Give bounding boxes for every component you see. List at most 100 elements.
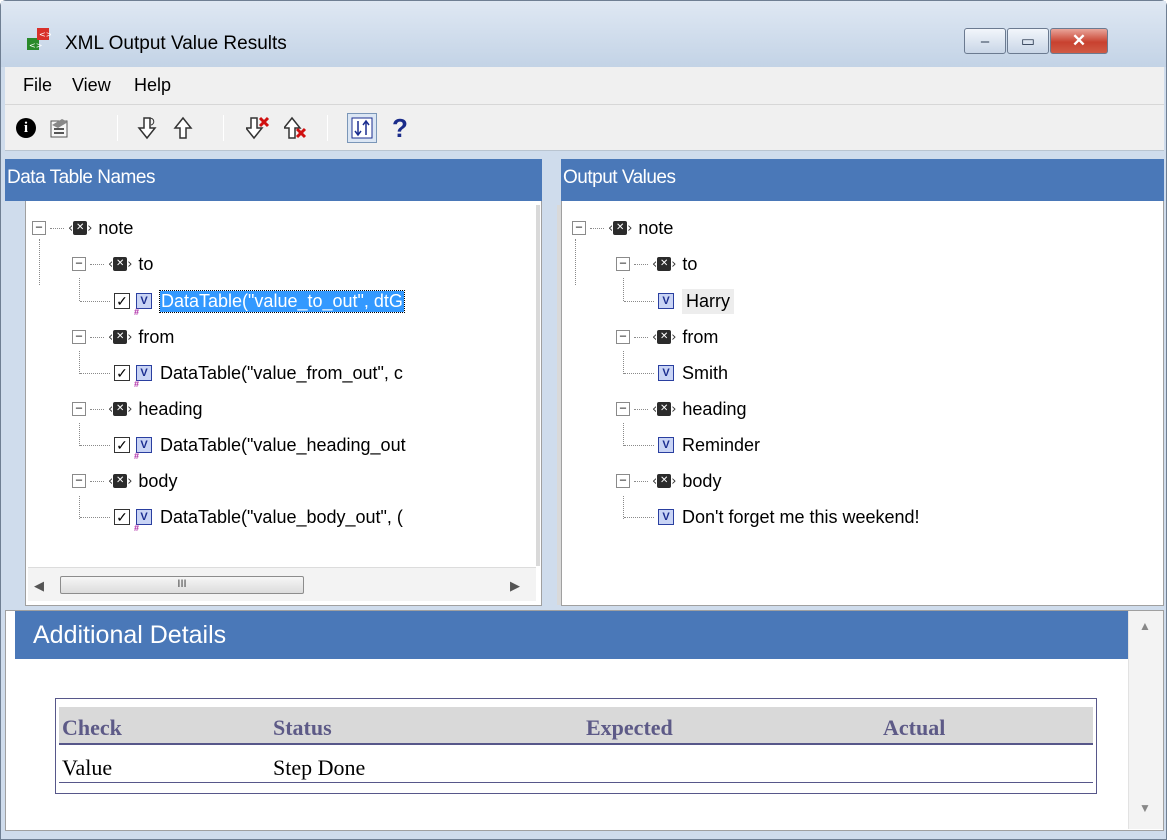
sort-button[interactable]	[347, 113, 377, 143]
application-window: <> <> XML Output Value Results – ▭ ✕ Fil…	[0, 0, 1167, 840]
tree-node-from[interactable]: − ‹ ✕ › from	[72, 323, 174, 351]
tree-node-body[interactable]: − ‹ ✕ › body	[616, 467, 721, 495]
checkbox-checked[interactable]: ✓	[114, 293, 130, 309]
info-icon: i	[16, 118, 36, 138]
tree-leaf-body[interactable]: ✓ V DataTable("value_body_out", (	[80, 503, 403, 535]
menu-file[interactable]: File	[23, 75, 52, 96]
next-step-button[interactable]	[133, 113, 163, 143]
data-table-names-header: Data Table Names	[5, 159, 542, 201]
maximize-button[interactable]: ▭	[1007, 28, 1049, 54]
previous-error-icon	[284, 116, 307, 139]
window-title: XML Output Value Results	[65, 33, 287, 54]
tree-node-label: note	[638, 217, 674, 238]
tree-node-label: heading	[682, 398, 747, 419]
collapse-icon[interactable]: −	[616, 402, 630, 416]
value-icon: V	[658, 293, 674, 309]
xml-element-icon: ‹ ✕ ›	[108, 473, 133, 489]
tree-node-heading[interactable]: − ‹ ✕ › heading	[616, 395, 746, 423]
scroll-right-icon[interactable]: ▶	[510, 578, 520, 594]
tree-node-label: from	[138, 326, 175, 347]
horizontal-scrollbar[interactable]: ◀ III ▶	[28, 567, 536, 601]
collapse-icon[interactable]: −	[616, 474, 630, 488]
menu-view[interactable]: View	[72, 75, 111, 96]
value-icon: V	[134, 293, 152, 319]
tree-node-heading[interactable]: − ‹ ✕ › heading	[72, 395, 202, 423]
previous-step-button[interactable]	[169, 113, 199, 143]
info-button[interactable]: i	[11, 113, 41, 143]
tree-leaf-label: DataTable("value_heading_out	[160, 434, 406, 455]
minimize-button[interactable]: –	[964, 28, 1006, 54]
tree-leaf-label: Smith	[682, 362, 729, 383]
tree-node-body[interactable]: − ‹ ✕ › body	[72, 467, 177, 495]
tree-node-note[interactable]: − ‹ ✕ › note	[572, 214, 673, 242]
collapse-icon[interactable]: −	[572, 221, 586, 235]
tree-node-label: note	[98, 217, 134, 238]
vertical-scrollbar[interactable]: ▲ ▼	[1128, 611, 1163, 829]
toolbar-separator	[117, 115, 118, 141]
xml-element-icon: ‹ ✕ ›	[652, 329, 677, 345]
tree-line	[623, 351, 624, 374]
next-error-button[interactable]	[243, 113, 273, 143]
checkbox-checked[interactable]: ✓	[114, 365, 130, 381]
tree-node-from[interactable]: − ‹ ✕ › from	[616, 323, 718, 351]
properties-button[interactable]	[45, 113, 75, 143]
scroll-up-icon[interactable]: ▲	[1139, 619, 1151, 633]
tree-node-label: body	[682, 470, 722, 491]
svg-text:<>: <>	[39, 30, 51, 39]
close-icon: ✕	[1071, 31, 1087, 50]
value-icon: V	[658, 365, 674, 381]
tree-node-note[interactable]: − ‹ ✕ › note	[32, 214, 133, 242]
scroll-thumb[interactable]: III	[60, 576, 304, 594]
tree-leaf-heading[interactable]: ✓ V DataTable("value_heading_out	[80, 431, 406, 463]
svg-text:<>: <>	[29, 41, 42, 50]
tree-node-label: to	[682, 253, 698, 274]
xml-element-icon: ‹ ✕ ›	[68, 220, 93, 236]
help-button[interactable]: ?	[385, 113, 415, 143]
tree-leaf-label: DataTable("value_from_out", c	[160, 362, 403, 383]
tree-leaf-label: Don't forget me this weekend!	[682, 506, 920, 527]
value-icon: V	[134, 509, 152, 535]
scroll-left-icon[interactable]: ◀	[34, 578, 44, 594]
column-header-actual: Actual	[883, 715, 946, 740]
xml-element-icon: ‹ ✕ ›	[108, 256, 133, 272]
collapse-icon[interactable]: −	[72, 474, 86, 488]
close-button[interactable]: ✕	[1050, 28, 1108, 54]
minimize-icon: –	[980, 32, 990, 50]
xml-element-icon: ‹ ✕ ›	[608, 220, 633, 236]
checkbox-checked[interactable]: ✓	[114, 509, 130, 525]
tree-leaf-body[interactable]: V Don't forget me this weekend!	[624, 503, 920, 531]
menu-help[interactable]: Help	[134, 75, 171, 96]
toolbar-separator	[223, 115, 224, 141]
next-step-icon	[137, 117, 157, 140]
collapse-icon[interactable]: −	[616, 257, 630, 271]
value-icon: V	[134, 365, 152, 391]
tree-leaf-from[interactable]: ✓ V DataTable("value_from_out", c	[80, 359, 403, 391]
tree-leaf-heading[interactable]: V Reminder	[624, 431, 761, 459]
tree-line	[79, 423, 80, 446]
collapse-icon[interactable]: −	[72, 402, 86, 416]
tree-leaf-label: Reminder	[682, 434, 761, 455]
tree-leaf-label: DataTable("value_body_out", (	[160, 506, 403, 527]
xml-element-icon: ‹ ✕ ›	[108, 329, 133, 345]
previous-error-button[interactable]	[281, 113, 311, 143]
tree-node-to[interactable]: − ‹ ✕ › to	[616, 250, 697, 278]
collapse-icon[interactable]: −	[72, 257, 86, 271]
scroll-down-icon[interactable]: ▼	[1139, 801, 1151, 815]
sort-icon	[351, 117, 373, 139]
collapse-icon[interactable]: −	[72, 330, 86, 344]
tree-leaf-to[interactable]: ✓ V DataTable("value_to_out", dtG	[80, 287, 405, 319]
tree-node-label: from	[682, 326, 719, 347]
tree-leaf-from[interactable]: V Smith	[624, 359, 729, 387]
title-bar[interactable]: <> <> XML Output Value Results – ▭ ✕	[1, 1, 1166, 67]
collapse-icon[interactable]: −	[32, 221, 46, 235]
xml-element-icon: ‹ ✕ ›	[652, 473, 677, 489]
tree-leaf-to[interactable]: V Harry	[624, 287, 734, 315]
column-header-status: Status	[273, 715, 332, 740]
help-icon: ?	[392, 112, 408, 143]
data-table-names-pane: − ‹✕› note − ‹✕› to ✓ V DataTable("value…	[25, 201, 542, 606]
tree-line	[575, 239, 576, 285]
details-table-header: Check Status Expected Actual	[59, 707, 1093, 745]
collapse-icon[interactable]: −	[616, 330, 630, 344]
checkbox-checked[interactable]: ✓	[114, 437, 130, 453]
tree-node-to[interactable]: − ‹ ✕ › to	[72, 250, 153, 278]
